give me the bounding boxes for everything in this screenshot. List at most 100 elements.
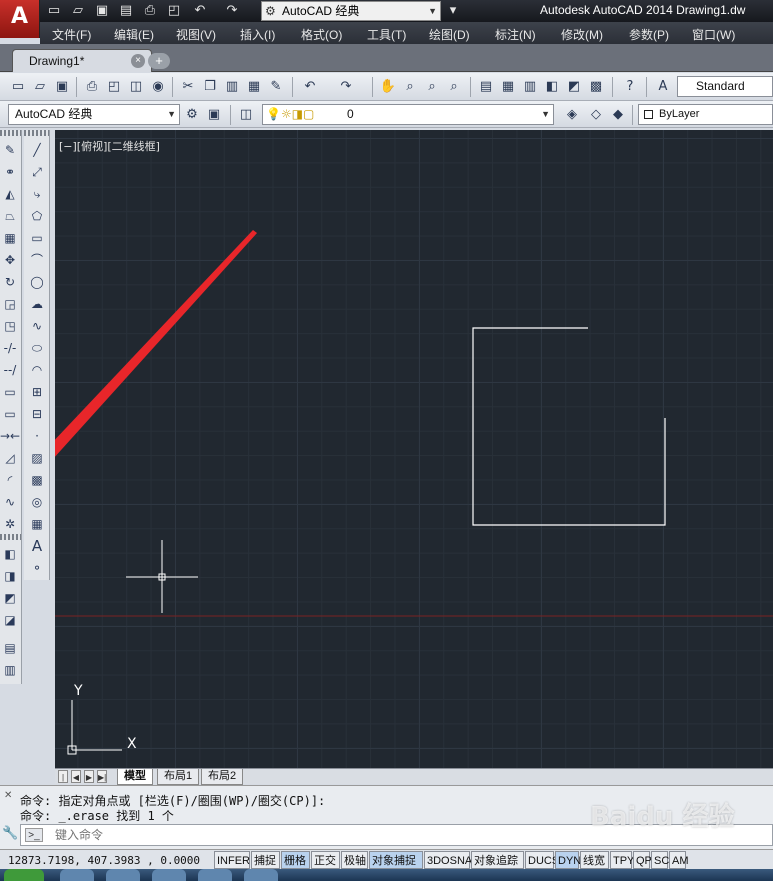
multiline-text-icon[interactable]: A [27, 536, 47, 556]
save-as-icon[interactable]: ▤ [116, 2, 136, 20]
redo-icon[interactable]: ↷ [222, 2, 242, 20]
status-toggle-infer[interactable]: INFER [214, 851, 250, 869]
close-icon[interactable]: × [131, 54, 145, 68]
cut-icon[interactable]: ✂ [178, 77, 198, 97]
workspace-dropdown[interactable]: ⚙ AutoCAD 经典 ▼ [261, 1, 441, 21]
insert-block-icon[interactable]: ⊞ [27, 382, 47, 402]
layer-state-icon[interactable]: ◆ [608, 105, 628, 125]
3d-dwf-icon[interactable]: ◉ [148, 77, 168, 97]
hatch-to-back-icon[interactable]: ▥ [0, 660, 20, 680]
fillet-icon[interactable]: ◜ [0, 470, 20, 490]
workspace-selector[interactable]: AutoCAD 经典 ▼ [8, 104, 180, 125]
redo-icon[interactable]: ↷ [336, 77, 356, 97]
open-rectangle-polyline[interactable] [472, 327, 666, 526]
pan-icon[interactable]: ✋ [378, 77, 398, 97]
undo-icon[interactable]: ↶ [190, 2, 210, 20]
menu-view[interactable]: 视图(V) [176, 26, 216, 43]
polygon-icon[interactable]: ⬠ [27, 206, 47, 226]
status-toggle-am[interactable]: AM [669, 851, 689, 869]
menu-draw[interactable]: 绘图(D) [429, 26, 470, 43]
publish-icon[interactable]: ◫ [126, 77, 146, 97]
tab-model[interactable]: 模型 [117, 769, 153, 785]
send-under-icon[interactable]: ◪ [0, 610, 20, 630]
copy-icon[interactable]: ❐ [200, 77, 220, 97]
menu-modify[interactable]: 修改(M) [561, 26, 603, 43]
rectangle-icon[interactable]: ▭ [27, 228, 47, 248]
status-toggle-捕捉[interactable]: 捕捉 [251, 851, 280, 869]
status-toggle-对象追踪[interactable]: 对象追踪 [471, 851, 524, 869]
spline-icon[interactable]: ∿ [27, 316, 47, 336]
move-icon[interactable]: ✥ [0, 250, 20, 270]
next-layout-icon[interactable]: ▶ [84, 770, 94, 783]
layer-properties-icon[interactable]: ◫ [236, 105, 256, 125]
tab-layout2[interactable]: 布局2 [201, 769, 244, 785]
text-style-icon[interactable]: A [653, 77, 673, 97]
construction-line-icon[interactable]: ⤢ [27, 162, 47, 182]
taskbar-app-button[interactable] [152, 869, 186, 881]
revision-cloud-icon[interactable]: ☁ [27, 294, 47, 314]
block-editor-icon[interactable]: ✎ [266, 77, 286, 97]
undo-icon[interactable]: ↶ [300, 77, 320, 97]
status-toggle-sc[interactable]: SC [651, 851, 669, 869]
make-block-icon[interactable]: ⊟ [27, 404, 47, 424]
status-toggle-对象捕捉[interactable]: 对象捕捉 [369, 851, 423, 869]
plot-preview-icon[interactable]: ◰ [104, 77, 124, 97]
offset-icon[interactable]: ⏢ [0, 206, 20, 226]
array-icon[interactable]: ▦ [0, 228, 20, 248]
design-center-icon[interactable]: ▦ [498, 77, 518, 97]
scale-icon[interactable]: ◲ [0, 294, 20, 314]
gradient-icon[interactable]: ▩ [27, 470, 47, 490]
status-toggle-tpy[interactable]: TPY [610, 851, 634, 869]
menu-file[interactable]: 文件(F) [52, 26, 91, 43]
taskbar-app-button[interactable] [106, 869, 140, 881]
break-at-point-icon[interactable]: ▭ [0, 382, 20, 402]
status-toggle-栅格[interactable]: 栅格 [281, 851, 310, 869]
line-icon[interactable]: ╱ [27, 140, 47, 160]
status-toggle-dyn[interactable]: DYN [555, 851, 581, 869]
layer-dropdown[interactable]: 💡☼◨▢ 0 ▼ [262, 104, 554, 125]
extend-icon[interactable]: --/ [0, 360, 20, 380]
circle-icon[interactable]: ◯ [27, 272, 47, 292]
menu-window[interactable]: 窗口(W) [692, 26, 735, 43]
last-layout-icon[interactable]: ▶| [97, 770, 107, 783]
menu-edit[interactable]: 编辑(E) [114, 26, 154, 43]
plot-preview-icon[interactable]: ◰ [164, 2, 184, 20]
help-icon[interactable]: ? [620, 77, 640, 97]
wrench-icon[interactable]: 🔧 [2, 826, 18, 841]
tab-layout1[interactable]: 布局1 [157, 769, 200, 785]
point-icon[interactable]: · [27, 426, 47, 446]
workspace-settings-icon[interactable]: ⚙ [182, 105, 202, 125]
toolbar-grip[interactable] [0, 130, 21, 136]
status-toggle-正交[interactable]: 正交 [311, 851, 340, 869]
chamfer-icon[interactable]: ◿ [0, 448, 20, 468]
print-icon[interactable]: ⎙ [140, 2, 160, 20]
erase-icon[interactable]: ✎ [0, 140, 20, 160]
quickcalc-icon[interactable]: ▩ [586, 77, 606, 97]
status-toggle-极轴[interactable]: 极轴 [341, 851, 368, 869]
properties-icon[interactable]: ▤ [476, 77, 496, 97]
status-toggle-ducs[interactable]: DUCS [525, 851, 559, 869]
taskbar-app-button[interactable] [198, 869, 232, 881]
menu-tools[interactable]: 工具(T) [367, 26, 406, 43]
polyline-icon[interactable]: ⤷ [27, 184, 47, 204]
text-style-dropdown[interactable]: Standard [677, 76, 773, 97]
match-properties-icon[interactable]: ▦ [244, 77, 264, 97]
taskbar-app-button[interactable] [244, 869, 278, 881]
status-toggle-线宽[interactable]: 线宽 [580, 851, 609, 869]
new-file-icon[interactable]: ▭ [8, 77, 28, 97]
cursor-coordinates[interactable]: 12873.7198, 407.3983 , 0.0000 [8, 854, 200, 867]
prev-layout-icon[interactable]: ◀ [71, 770, 81, 783]
trim-icon[interactable]: -/- [0, 338, 20, 358]
new-tab-button[interactable]: + [148, 53, 170, 69]
add-selected-icon[interactable]: ⚬ [27, 558, 47, 578]
menu-dimension[interactable]: 标注(N) [495, 26, 536, 43]
workspace-save-icon[interactable]: ▣ [204, 105, 224, 125]
quick-access-more-icon[interactable]: ▾ [443, 2, 463, 20]
tab-drawing1[interactable]: Drawing1* × [12, 49, 152, 72]
rotate-icon[interactable]: ↻ [0, 272, 20, 292]
draworder-back-icon[interactable]: ◨ [0, 566, 20, 586]
save-icon[interactable]: ▣ [52, 77, 72, 97]
blend-curves-icon[interactable]: ∿ [0, 492, 20, 512]
drawing-canvas[interactable]: [−][俯视][二维线框] Y X [55, 130, 773, 768]
close-icon[interactable]: ✕ [4, 790, 12, 801]
